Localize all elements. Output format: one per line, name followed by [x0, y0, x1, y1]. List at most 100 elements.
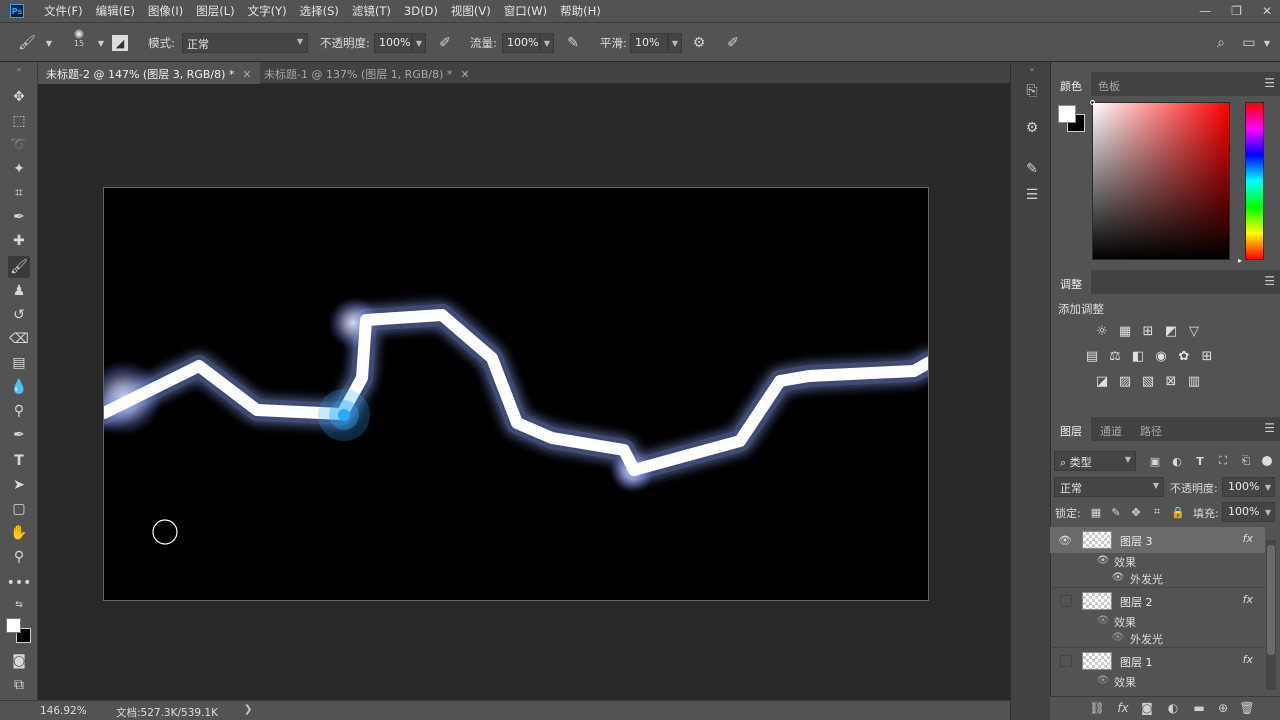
layer-row[interactable]: 图层 2 fx	[1050, 587, 1265, 613]
stamp-tool-icon[interactable]: ♟	[8, 280, 30, 302]
layer-row[interactable]: 图层 1 fx	[1050, 647, 1265, 673]
vibrance-icon[interactable]: ▽	[1186, 323, 1202, 339]
zoom-tool-icon[interactable]: ⚲	[8, 546, 30, 568]
exposure-icon[interactable]: ◩	[1163, 323, 1179, 339]
levels-icon[interactable]: ▦	[1117, 323, 1133, 339]
fx-icon[interactable]: fx	[1243, 593, 1253, 606]
brush-tool-icon[interactable]: 🖌	[8, 256, 30, 278]
menu-window[interactable]: 窗口(W)	[504, 3, 547, 19]
panel-menu-icon[interactable]: ☰	[1264, 274, 1275, 288]
tab-adjustments[interactable]: 调整	[1051, 270, 1091, 294]
lock-artboard-icon[interactable]: ⌗	[1150, 505, 1164, 519]
chevron-down-icon[interactable]: ▼	[412, 33, 426, 53]
lock-position-icon[interactable]: ✥	[1129, 505, 1143, 519]
eye-icon[interactable]: 👁	[1097, 614, 1110, 626]
menu-3d[interactable]: 3D(D)	[404, 4, 438, 18]
selective-color-icon[interactable]: ⊠	[1163, 373, 1179, 389]
hue-slider[interactable]	[1245, 102, 1264, 260]
filter-toggle[interactable]	[1262, 456, 1272, 466]
swap-colors-icon[interactable]: ⇆	[8, 598, 30, 612]
dodge-tool-icon[interactable]: ⚲	[8, 400, 30, 422]
collapse-toolbox-icon[interactable]: »	[8, 64, 30, 74]
color-picker-cursor[interactable]	[1090, 100, 1095, 105]
eraser-tool-icon[interactable]: ⌫	[8, 328, 30, 350]
menu-file[interactable]: 文件(F)	[44, 3, 83, 19]
path-selection-tool-icon[interactable]: ➤	[8, 474, 30, 496]
foreground-color-swatch[interactable]	[6, 618, 21, 633]
crop-tool-icon[interactable]: ⌗	[8, 182, 30, 204]
quick-mask-icon[interactable]: ◙	[8, 650, 30, 672]
more-tools-icon[interactable]: •••	[7, 572, 32, 594]
brightness-icon[interactable]: ☼	[1094, 323, 1110, 339]
chevron-down-icon[interactable]: ▼	[40, 34, 58, 52]
pen-tool-icon[interactable]: ✒	[8, 424, 30, 446]
lock-paint-icon[interactable]: ✎	[1109, 505, 1123, 519]
rectangle-tool-icon[interactable]: ▢	[8, 498, 30, 520]
workspace-icon[interactable]: ▭	[1240, 34, 1258, 52]
minimize-icon[interactable]: —	[1199, 4, 1211, 18]
menu-image[interactable]: 图像(I)	[148, 3, 183, 19]
menu-filter[interactable]: 滤镜(T)	[352, 3, 391, 19]
filter-smart-object-icon[interactable]: ⎗	[1239, 454, 1253, 468]
airbrush-icon[interactable]: ✎	[564, 34, 582, 52]
marquee-tool-icon[interactable]: ⬚	[8, 110, 30, 132]
adjustment-layer-icon[interactable]: ◐	[1166, 701, 1180, 715]
close-tab-icon[interactable]: ✕	[242, 68, 251, 81]
new-group-icon[interactable]: ▬	[1192, 701, 1206, 715]
menu-select[interactable]: 选择(S)	[300, 3, 339, 19]
tab-layers[interactable]: 图层	[1051, 417, 1091, 441]
brush-preset-icon[interactable]: 🖌	[18, 34, 36, 52]
lock-all-icon[interactable]: 🔒	[1171, 505, 1185, 519]
layer-opacity-input[interactable]: 100%	[1222, 477, 1260, 497]
eye-icon[interactable]: 👁	[1112, 571, 1125, 583]
filter-adjustment-icon[interactable]: ◐	[1170, 454, 1184, 468]
add-mask-icon[interactable]: ◙	[1140, 701, 1154, 715]
effects-row[interactable]: 👁 效果	[1050, 552, 1265, 570]
fx-icon[interactable]: fx	[1243, 653, 1253, 666]
menu-type[interactable]: 文字(Y)	[248, 3, 287, 19]
posterize-icon[interactable]: ▨	[1117, 373, 1133, 389]
move-tool-icon[interactable]: ✥	[8, 86, 30, 108]
color-picker-field[interactable]	[1092, 102, 1230, 260]
gear-icon[interactable]: ⚙	[690, 34, 708, 52]
gradient-tool-icon[interactable]: ▤	[8, 352, 30, 374]
tab-swatches[interactable]: 色板	[1089, 72, 1129, 96]
pressure-opacity-icon[interactable]: ✐	[436, 34, 454, 52]
tab-document-1[interactable]: 未标题-1 @ 137% (图层 1, RGB/8) * ✕	[256, 62, 478, 84]
trash-icon[interactable]: 🗑	[1239, 701, 1254, 715]
panel-menu-icon[interactable]: ☰	[1264, 421, 1275, 435]
eye-icon[interactable]: 👁	[1097, 674, 1110, 686]
chevron-down-icon[interactable]: ▼	[1261, 502, 1275, 522]
brush-panel-toggle-icon[interactable]: ◢	[112, 35, 128, 51]
menu-help[interactable]: 帮助(H)	[560, 3, 601, 19]
brush-size-picker[interactable]: 15	[70, 29, 88, 57]
fx-icon[interactable]: fx	[1116, 701, 1130, 715]
hue-slider-handle-icon[interactable]: ▸	[1238, 256, 1242, 265]
close-tab-icon[interactable]: ✕	[460, 68, 469, 81]
blend-mode-select[interactable]: 正常 ▼	[1054, 477, 1164, 497]
visibility-toggle[interactable]	[1060, 595, 1072, 607]
curves-icon[interactable]: ⊞	[1140, 323, 1156, 339]
lasso-tool-icon[interactable]: ➰	[8, 134, 30, 156]
chevron-down-icon[interactable]: ▼	[540, 33, 554, 53]
visibility-toggle[interactable]	[1060, 655, 1072, 667]
black-white-icon[interactable]: ◧	[1130, 348, 1146, 364]
chevron-down-icon[interactable]: ▼	[668, 33, 682, 53]
filter-pixel-icon[interactable]: ▣	[1148, 454, 1162, 468]
magic-wand-tool-icon[interactable]: ✦	[8, 158, 30, 180]
lock-transparent-icon[interactable]: ▦	[1089, 505, 1103, 519]
foreground-color-swatch[interactable]	[1058, 105, 1076, 123]
eye-icon[interactable]: 👁	[1097, 554, 1110, 566]
properties-panel-icon[interactable]: ⚙	[1021, 117, 1043, 139]
hue-saturation-icon[interactable]: ▤	[1084, 348, 1100, 364]
layer-row[interactable]: 👁 图层 3 fx	[1050, 527, 1265, 553]
effects-row[interactable]: 👁 效果	[1050, 612, 1265, 630]
fill-input[interactable]: 100%	[1222, 502, 1260, 522]
effects-row[interactable]: 👁 效果	[1050, 672, 1265, 690]
eye-icon[interactable]: 👁	[1058, 533, 1072, 547]
history-brush-tool-icon[interactable]: ↺	[8, 304, 30, 326]
layer-filter-select[interactable]: ⌕ 类型 ▼	[1054, 451, 1136, 471]
eyedropper-tool-icon[interactable]: ✒	[8, 206, 30, 228]
effect-outer-glow-row[interactable]: 👁 外发光	[1050, 629, 1265, 647]
tab-color[interactable]: 颜色	[1051, 72, 1091, 96]
